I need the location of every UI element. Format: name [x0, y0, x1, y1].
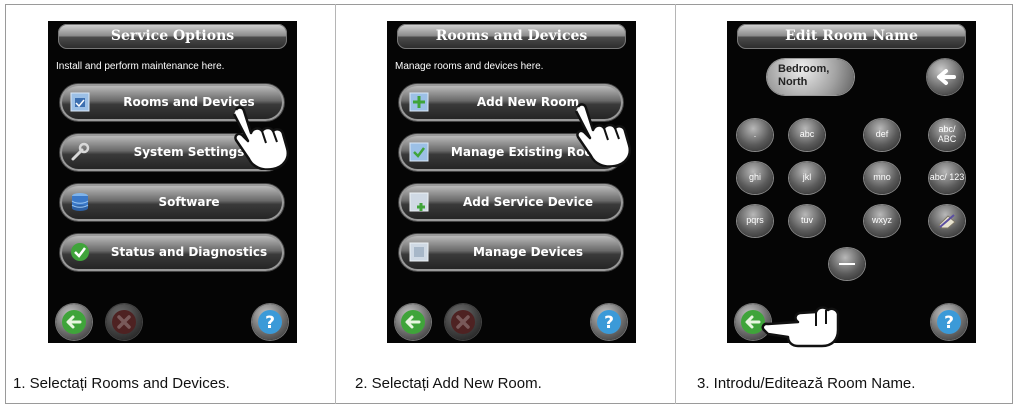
divider	[335, 4, 336, 404]
panel-service-options: Service Options Install and perform main…	[48, 21, 297, 343]
room-name-field[interactable]: Bedroom, North	[767, 59, 854, 95]
key-ghi[interactable]: ghi	[737, 162, 773, 194]
screen-title: Rooms and Devices	[397, 24, 626, 49]
cancel-button[interactable]	[106, 304, 142, 340]
eraser-icon	[938, 214, 956, 229]
pointing-hand-icon	[761, 306, 840, 348]
key-jkl[interactable]: jkl	[789, 162, 825, 194]
back-arrow-icon	[401, 310, 425, 334]
back-button[interactable]	[56, 304, 92, 340]
status-and-diagnostics-button[interactable]: Status and Diagnostics	[60, 234, 284, 271]
help-button[interactable]: ?	[931, 304, 967, 340]
key-space[interactable]	[829, 248, 865, 280]
room-name-line-2: North	[778, 76, 808, 88]
key-def[interactable]: def	[864, 119, 900, 151]
add-service-device-button[interactable]: Add Service Device	[399, 184, 623, 221]
manage-room-icon	[409, 142, 429, 162]
help-button[interactable]: ?	[252, 304, 288, 340]
room-name-line-1: Bedroom,	[778, 63, 830, 75]
button-label: Status and Diagnostics	[110, 245, 268, 259]
svg-text:?: ?	[944, 313, 954, 333]
close-icon	[112, 310, 136, 334]
screen-title: Service Options	[58, 24, 287, 49]
room-devices-icon	[70, 92, 90, 112]
step-caption: 1. Selectați Rooms and Devices.	[13, 375, 230, 392]
software-button[interactable]: Software	[60, 184, 284, 221]
database-icon	[70, 192, 90, 212]
screen-subtitle: Install and perform maintenance here.	[56, 61, 225, 72]
manage-devices-icon	[409, 242, 429, 262]
button-label: Add Service Device	[463, 195, 593, 209]
manage-devices-button[interactable]: Manage Devices	[399, 234, 623, 271]
backspace-button[interactable]	[927, 59, 963, 95]
svg-text:?: ?	[604, 313, 614, 333]
check-icon	[70, 242, 90, 262]
key-clear[interactable]	[929, 205, 965, 237]
back-button[interactable]	[395, 304, 431, 340]
screen-subtitle: Manage rooms and devices here.	[395, 61, 544, 72]
back-arrow-icon	[62, 310, 86, 334]
svg-text:?: ?	[265, 313, 275, 333]
key-numeric-toggle[interactable]: abc/ 123	[929, 162, 965, 194]
divider	[675, 4, 676, 404]
panel-rooms-and-devices: Rooms and Devices Manage rooms and devic…	[387, 21, 636, 343]
close-icon	[451, 310, 475, 334]
key-abc[interactable]: abc	[789, 119, 825, 151]
backspace-arrow-icon	[937, 69, 956, 85]
space-bar-icon	[839, 263, 855, 265]
pointing-hand-icon	[574, 103, 631, 167]
help-icon: ?	[937, 310, 961, 334]
key-wxyz[interactable]: wxyz	[864, 205, 900, 237]
step-caption: 3. Introdu/Editează Room Name.	[697, 375, 916, 392]
add-room-icon	[409, 92, 429, 112]
cancel-button[interactable]	[445, 304, 481, 340]
help-button[interactable]: ?	[591, 304, 627, 340]
help-icon: ?	[597, 310, 621, 334]
button-label: Manage Devices	[472, 245, 583, 259]
panel-edit-room-name: Edit Room Name Bedroom, North . abc def …	[727, 21, 976, 343]
button-label: Software	[158, 195, 220, 209]
step-caption: 2. Selectați Add New Room.	[355, 375, 542, 392]
help-icon: ?	[258, 310, 282, 334]
wrench-icon	[70, 142, 90, 162]
key-pqrs[interactable]: pqrs	[737, 205, 773, 237]
screen-title: Edit Room Name	[737, 24, 966, 49]
add-device-icon	[409, 192, 429, 212]
key-period[interactable]: .	[737, 119, 773, 151]
pointing-hand-icon	[232, 106, 289, 170]
key-tuv[interactable]: tuv	[789, 205, 825, 237]
key-mno[interactable]: mno	[864, 162, 900, 194]
key-case-toggle[interactable]: abc/ ABC	[929, 119, 965, 151]
